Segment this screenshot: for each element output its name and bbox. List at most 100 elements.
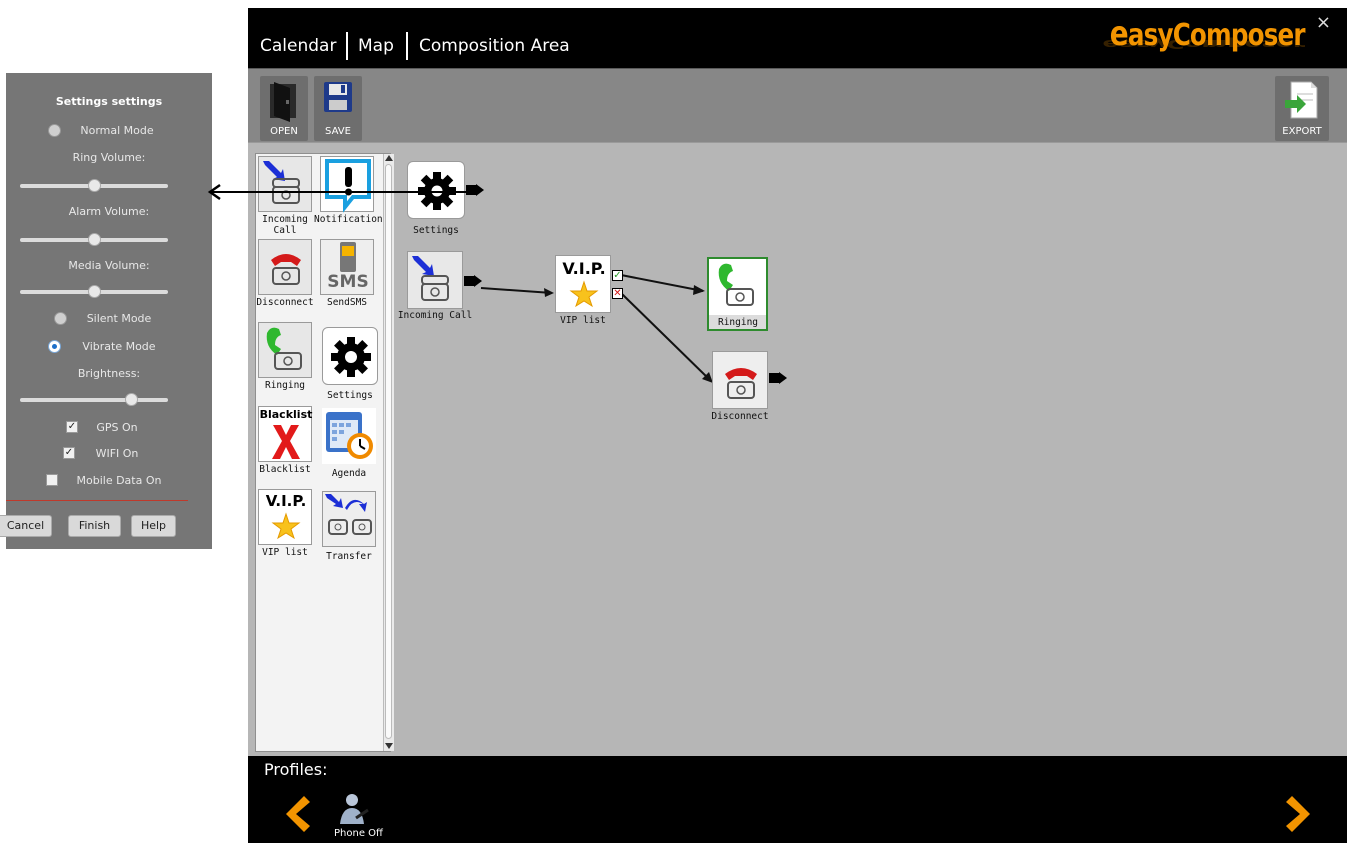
disconnect-phone-icon <box>725 368 757 399</box>
canvas-node-label: Incoming Call <box>397 310 473 321</box>
logo-reflection: easyComposer <box>1102 37 1305 51</box>
ring-volume-label: Ring Volume: <box>72 151 146 164</box>
nav-calendar[interactable]: Calendar <box>260 36 336 56</box>
dialog-divider <box>6 500 188 501</box>
toolbar: OPEN SAVE EXPORT <box>248 68 1347 143</box>
nav-separator <box>346 32 348 60</box>
composition-canvas[interactable]: Settings Incoming Call V.I.P. ✓ ✕ VIP li… <box>389 143 1339 757</box>
nav-map[interactable]: Map <box>358 36 394 56</box>
output-port-arrow-icon <box>474 275 482 287</box>
output-port-incoming-call[interactable] <box>464 276 474 286</box>
arrowhead-icon <box>693 285 705 295</box>
help-button[interactable]: Help <box>131 515 176 537</box>
palette-ringing[interactable] <box>258 322 312 378</box>
connection-vip-to-ringing <box>620 274 704 292</box>
settings-link-arrow <box>207 183 476 201</box>
red-x-icon <box>272 425 300 459</box>
slider-knob[interactable] <box>87 285 101 298</box>
alarm-volume-label: Alarm Volume: <box>68 205 150 218</box>
palette-blacklist[interactable]: Blacklist <box>258 406 312 462</box>
incoming-call-icon <box>412 256 449 301</box>
floppy-disk-icon <box>324 82 352 112</box>
nav-separator <box>406 32 408 60</box>
open-button[interactable]: OPEN <box>260 76 308 141</box>
palette-label: Ringing <box>264 380 306 391</box>
chevron-left-icon[interactable] <box>282 794 312 834</box>
app-window: Calendar Map Composition Area easyCompos… <box>248 8 1347 843</box>
logo-reflection-text: asyComposer <box>1119 37 1305 51</box>
canvas-node-label: VIP list <box>560 315 606 326</box>
door-icon <box>270 82 296 122</box>
palette-label: Notification <box>314 214 383 225</box>
export-label: EXPORT <box>1282 126 1322 137</box>
finish-button[interactable]: Finish <box>68 515 121 537</box>
calendar-clock-icon <box>326 412 373 459</box>
close-icon[interactable]: × <box>1316 12 1331 33</box>
palette-label: SendSMS <box>326 297 368 308</box>
save-button[interactable]: SAVE <box>314 76 362 141</box>
vip-false-port-x-icon[interactable]: ✕ <box>612 288 623 299</box>
profile-label: Phone Off <box>334 828 383 839</box>
export-button[interactable]: EXPORT <box>1275 76 1329 141</box>
palette-agenda[interactable] <box>322 408 376 464</box>
brightness-slider[interactable] <box>20 393 168 406</box>
media-volume-slider[interactable] <box>20 285 168 298</box>
canvas-node-label: Ringing <box>717 317 759 328</box>
settings-dialog: Settings settings Normal Mode Ring Volum… <box>0 73 212 549</box>
palette-vip[interactable]: V.I.P. <box>258 489 312 545</box>
canvas-node-label: Settings <box>413 225 459 236</box>
workspace: Incoming Call Notification Disconnect SM… <box>248 142 1347 757</box>
wifi-label: WIFI On <box>95 447 139 460</box>
palette-sendsms[interactable]: SMS <box>320 239 374 295</box>
save-label: SAVE <box>325 126 351 137</box>
cancel-button[interactable]: Cancel <box>0 515 52 537</box>
dialog-title: Settings settings <box>55 95 163 108</box>
logo-reflection-e: e <box>1102 37 1120 51</box>
canvas-node-label: Disconnect <box>711 411 769 422</box>
top-bar: Calendar Map Composition Area easyCompos… <box>248 8 1347 68</box>
palette-label: Settings <box>327 390 373 401</box>
alarm-volume-slider[interactable] <box>20 233 168 246</box>
slider-knob[interactable] <box>124 393 138 406</box>
palette-label: Transfer <box>326 551 372 562</box>
palette-label: VIP list <box>262 547 308 558</box>
canvas-node-ringing[interactable]: Ringing <box>707 257 768 331</box>
open-label: OPEN <box>270 126 298 137</box>
palette-settings[interactable] <box>322 327 378 385</box>
nav-composition-area[interactable]: Composition Area <box>419 36 570 56</box>
slider-knob[interactable] <box>87 179 101 192</box>
vip-true-port-check-icon[interactable]: ✓ <box>612 270 623 281</box>
palette-label: Blacklist <box>259 464 311 475</box>
star-icon <box>569 280 599 308</box>
ringing-phone-icon <box>266 327 302 370</box>
sms-tile-text: SMS <box>327 272 369 292</box>
profile-phone-off[interactable]: Phone Off <box>332 792 392 842</box>
profiles-bar: Profiles: Phone Off <box>248 756 1347 843</box>
palette-label: Disconnect <box>256 297 314 308</box>
ring-volume-slider[interactable] <box>20 179 168 192</box>
output-port-disconnect[interactable] <box>769 373 779 383</box>
canvas-node-incoming-call[interactable] <box>407 251 463 309</box>
arrowhead-icon <box>544 288 554 297</box>
palette-transfer[interactable] <box>322 491 376 547</box>
gps-label: GPS On <box>96 421 138 434</box>
vibrate-mode-label: Vibrate Mode <box>82 340 156 353</box>
connections-layer <box>480 274 713 383</box>
transfer-call-icon <box>325 494 372 535</box>
person-icon <box>340 794 369 824</box>
canvas-node-disconnect[interactable] <box>712 351 768 409</box>
export-document-icon <box>1285 81 1318 119</box>
profiles-label: Profiles: <box>264 760 328 779</box>
canvas-node-vip[interactable]: V.I.P. <box>555 255 611 313</box>
slider-knob[interactable] <box>87 233 101 246</box>
mobile-data-label: Mobile Data On <box>76 474 162 487</box>
media-volume-label: Media Volume: <box>68 259 150 272</box>
component-palette: Incoming Call Notification Disconnect SM… <box>255 153 394 752</box>
ringing-phone-icon <box>718 263 754 306</box>
palette-label: Agenda <box>331 468 367 479</box>
silent-mode-label: Silent Mode <box>86 312 152 325</box>
connection-incoming-to-vip <box>480 287 553 294</box>
palette-disconnect[interactable] <box>258 239 312 295</box>
connection-vip-to-disconnect <box>620 292 712 382</box>
chevron-right-icon[interactable] <box>1284 794 1314 834</box>
